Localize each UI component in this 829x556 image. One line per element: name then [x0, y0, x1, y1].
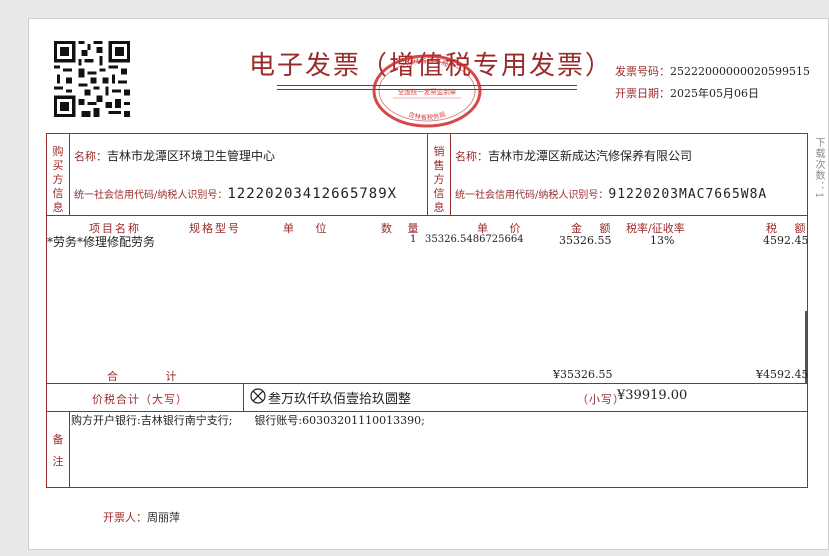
invoice-date-label: 开票日期： — [615, 87, 670, 100]
grand-total-lowercase-value: ¥39919.00 — [617, 388, 688, 403]
item-amount: 35326.55 — [559, 234, 612, 247]
invoice-date-value: 2025年05月06日 — [670, 87, 759, 100]
totals-amount: ¥35326.55 — [553, 368, 613, 381]
qr-code-icon — [54, 41, 130, 117]
cross-circle-icon — [250, 388, 266, 404]
col-header-unit: 单 位 — [283, 222, 329, 235]
seal-center-text: 全国统一发票监制章 — [398, 87, 457, 96]
item-tax: 4592.45 — [763, 234, 809, 247]
remarks-side-label: 备注 — [52, 433, 64, 468]
invoice-number: 发票号码：25222000000020599515 — [615, 63, 810, 79]
item-rate: 13% — [650, 234, 675, 247]
grand-total-uppercase: 叁万玖仟玖佰壹拾玖圆整 — [268, 392, 412, 407]
download-count-note: 下载次数：1 — [813, 137, 824, 200]
seller-name: 名称：吉林市龙潭区新成达汽修保养有限公司 — [455, 147, 692, 164]
item-price: 35326.5486725664 — [425, 234, 524, 245]
buyer-side-label: 购买方信息 — [52, 145, 64, 214]
invoice-date: 开票日期：2025年05月06日 — [615, 85, 759, 101]
item-qty: 1 — [410, 234, 417, 245]
totals-tax: ¥4592.45 — [756, 368, 809, 381]
seller-taxid: 统一社会信用代码/纳税人识别号：91220203MAC7665W8A — [455, 183, 767, 202]
buyer-name-label: 名称： — [74, 150, 107, 163]
item-name: *劳务*修理修配劳务 — [47, 235, 156, 249]
seller-taxid-label: 统一社会信用代码/纳税人识别号： — [455, 190, 609, 201]
buyer-name-value: 吉林市龙潭区环境卫生管理中心 — [107, 149, 276, 163]
buyer-name: 名称：吉林市龙潭区环境卫生管理中心 — [74, 147, 275, 164]
issuer: 开票人：周丽萍 — [103, 509, 180, 525]
col-header-spec: 规格型号 — [189, 222, 241, 235]
totals-label: 合 计 — [107, 370, 179, 383]
invoice-number-value: 25222000000020599515 — [670, 65, 810, 78]
invoice-page: 电子发票（增值税专用发票） 吉林省税务局 全国统一发票监制章 吉林省税务局 发票… — [28, 18, 829, 550]
remarks-text: 购方开户银行:吉林银行南宁支行; 银行账号:60303201110013390; — [71, 414, 425, 427]
buyer-taxid: 统一社会信用代码/纳税人识别号：12220203412665789X — [74, 183, 397, 202]
issuer-label: 开票人： — [103, 511, 147, 524]
issuer-name: 周丽萍 — [147, 511, 180, 524]
seller-side-label: 销售方信息 — [433, 145, 445, 214]
invoice-number-label: 发票号码： — [615, 65, 670, 78]
seller-name-label: 名称： — [455, 150, 488, 163]
seller-taxid-value: 91220203MAC7665W8A — [608, 187, 768, 202]
seller-name-value: 吉林市龙潭区新成达汽修保养有限公司 — [488, 149, 693, 163]
official-seal-icon: 吉林省税务局 全国统一发票监制章 吉林省税务局 — [372, 54, 482, 128]
buyer-taxid-label: 统一社会信用代码/纳税人识别号： — [74, 190, 228, 201]
grand-total-label: 价税合计（大写） — [92, 393, 188, 406]
buyer-taxid-value: 12220203412665789X — [227, 186, 398, 202]
